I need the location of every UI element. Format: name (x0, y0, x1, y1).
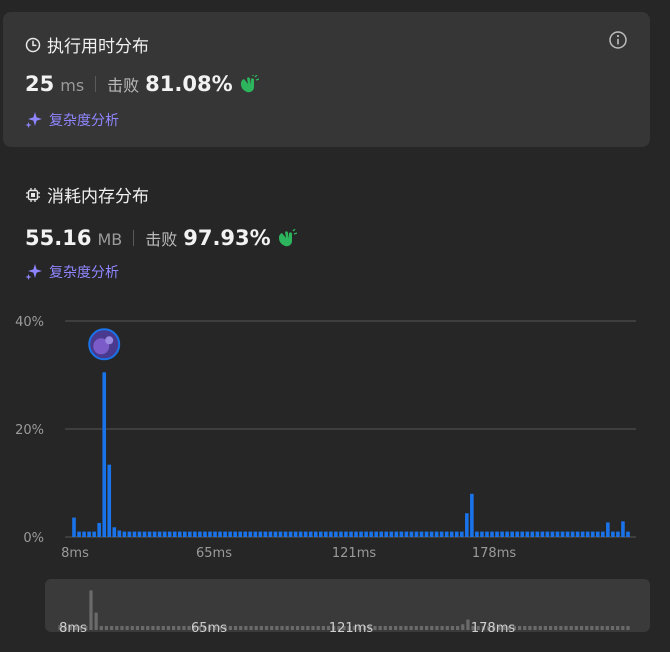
minimap-bar (239, 626, 243, 630)
minimap-bar (538, 626, 542, 630)
minimap-bar (466, 619, 470, 630)
minimap-bar (600, 626, 604, 630)
minimap-bar (110, 626, 114, 630)
minimap-bar (259, 626, 263, 630)
minimap-bar (166, 626, 171, 630)
minimap-bar (151, 626, 155, 630)
minimap-bar (146, 626, 150, 630)
minimap-bar (301, 626, 305, 630)
minimap-bar (528, 626, 532, 630)
minimap-bar (569, 626, 573, 630)
minimap-bar (270, 626, 274, 630)
minimap-x-tick-label: 121ms (329, 621, 373, 636)
minimap-bar (523, 626, 527, 630)
minimap-bar (130, 626, 134, 630)
minimap-bar (135, 626, 140, 630)
minimap-bar (120, 626, 124, 630)
minimap-bar (590, 626, 594, 630)
minimap-bar (610, 626, 615, 630)
minimap-bar (373, 626, 377, 630)
minimap-bar (585, 626, 589, 630)
minimap-bar (394, 626, 398, 630)
minimap-bar (595, 626, 599, 630)
minimap-bar (543, 626, 547, 630)
minimap-bar (182, 626, 186, 630)
minimap-bar (461, 624, 465, 630)
minimap-bar (228, 626, 232, 630)
minimap-bar (554, 626, 558, 630)
minimap-bar (425, 626, 429, 630)
minimap-bar (306, 626, 310, 630)
minimap-bar (517, 626, 522, 630)
minimap-bar (445, 626, 449, 630)
minimap-bar (626, 626, 630, 630)
minimap-bar (280, 626, 284, 630)
minimap-bar (388, 626, 393, 630)
minimap-bar (440, 626, 444, 630)
minimap-bar (275, 626, 279, 630)
minimap-bar (115, 626, 119, 630)
minimap-bar (254, 626, 258, 630)
minimap-bar (156, 626, 160, 630)
minimap-bar (564, 626, 568, 630)
minimap-bar (409, 626, 413, 630)
minimap-bar (321, 626, 325, 630)
minimap-bar (311, 626, 315, 630)
minimap-bar (290, 626, 294, 630)
minimap-bar (233, 626, 238, 630)
minimap-bar (295, 626, 300, 630)
minimap-bar (430, 626, 434, 630)
minimap-bar (456, 626, 460, 630)
minimap-bar (383, 626, 387, 630)
minimap-bar (94, 612, 98, 630)
minimap-bar (579, 626, 584, 630)
minimap-bar (177, 626, 181, 630)
minimap-bar (419, 626, 424, 630)
minimap-bar (450, 626, 455, 630)
minimap-chart[interactable]: 8ms 65ms 121ms 178ms (0, 0, 670, 652)
minimap-bar (574, 626, 578, 630)
minimap-bar (548, 626, 553, 630)
minimap-bar (435, 626, 439, 630)
minimap-bar (161, 626, 165, 630)
minimap-bar (249, 626, 253, 630)
minimap-bar (533, 626, 537, 630)
minimap-bar (621, 626, 625, 630)
minimap-bar (104, 626, 109, 630)
minimap-bar (404, 626, 408, 630)
minimap-bar (141, 626, 145, 630)
minimap-x-tick-label: 8ms (59, 621, 87, 636)
minimap-bar (125, 626, 129, 630)
minimap-bar (244, 626, 248, 630)
minimap-x-tick-label: 65ms (191, 621, 227, 636)
minimap-bar (616, 626, 620, 630)
minimap-bar (605, 626, 609, 630)
minimap-bar (559, 626, 563, 630)
minimap-bar (399, 626, 403, 630)
minimap-bar (89, 590, 93, 630)
minimap-bar (99, 626, 103, 630)
minimap-x-tick-label: 178ms (471, 621, 515, 636)
minimap-bar (172, 626, 176, 630)
minimap-bar (378, 626, 382, 630)
minimap-bar (316, 626, 320, 630)
minimap-bar (264, 626, 269, 630)
minimap-bar (285, 626, 289, 630)
minimap-bar (414, 626, 418, 630)
